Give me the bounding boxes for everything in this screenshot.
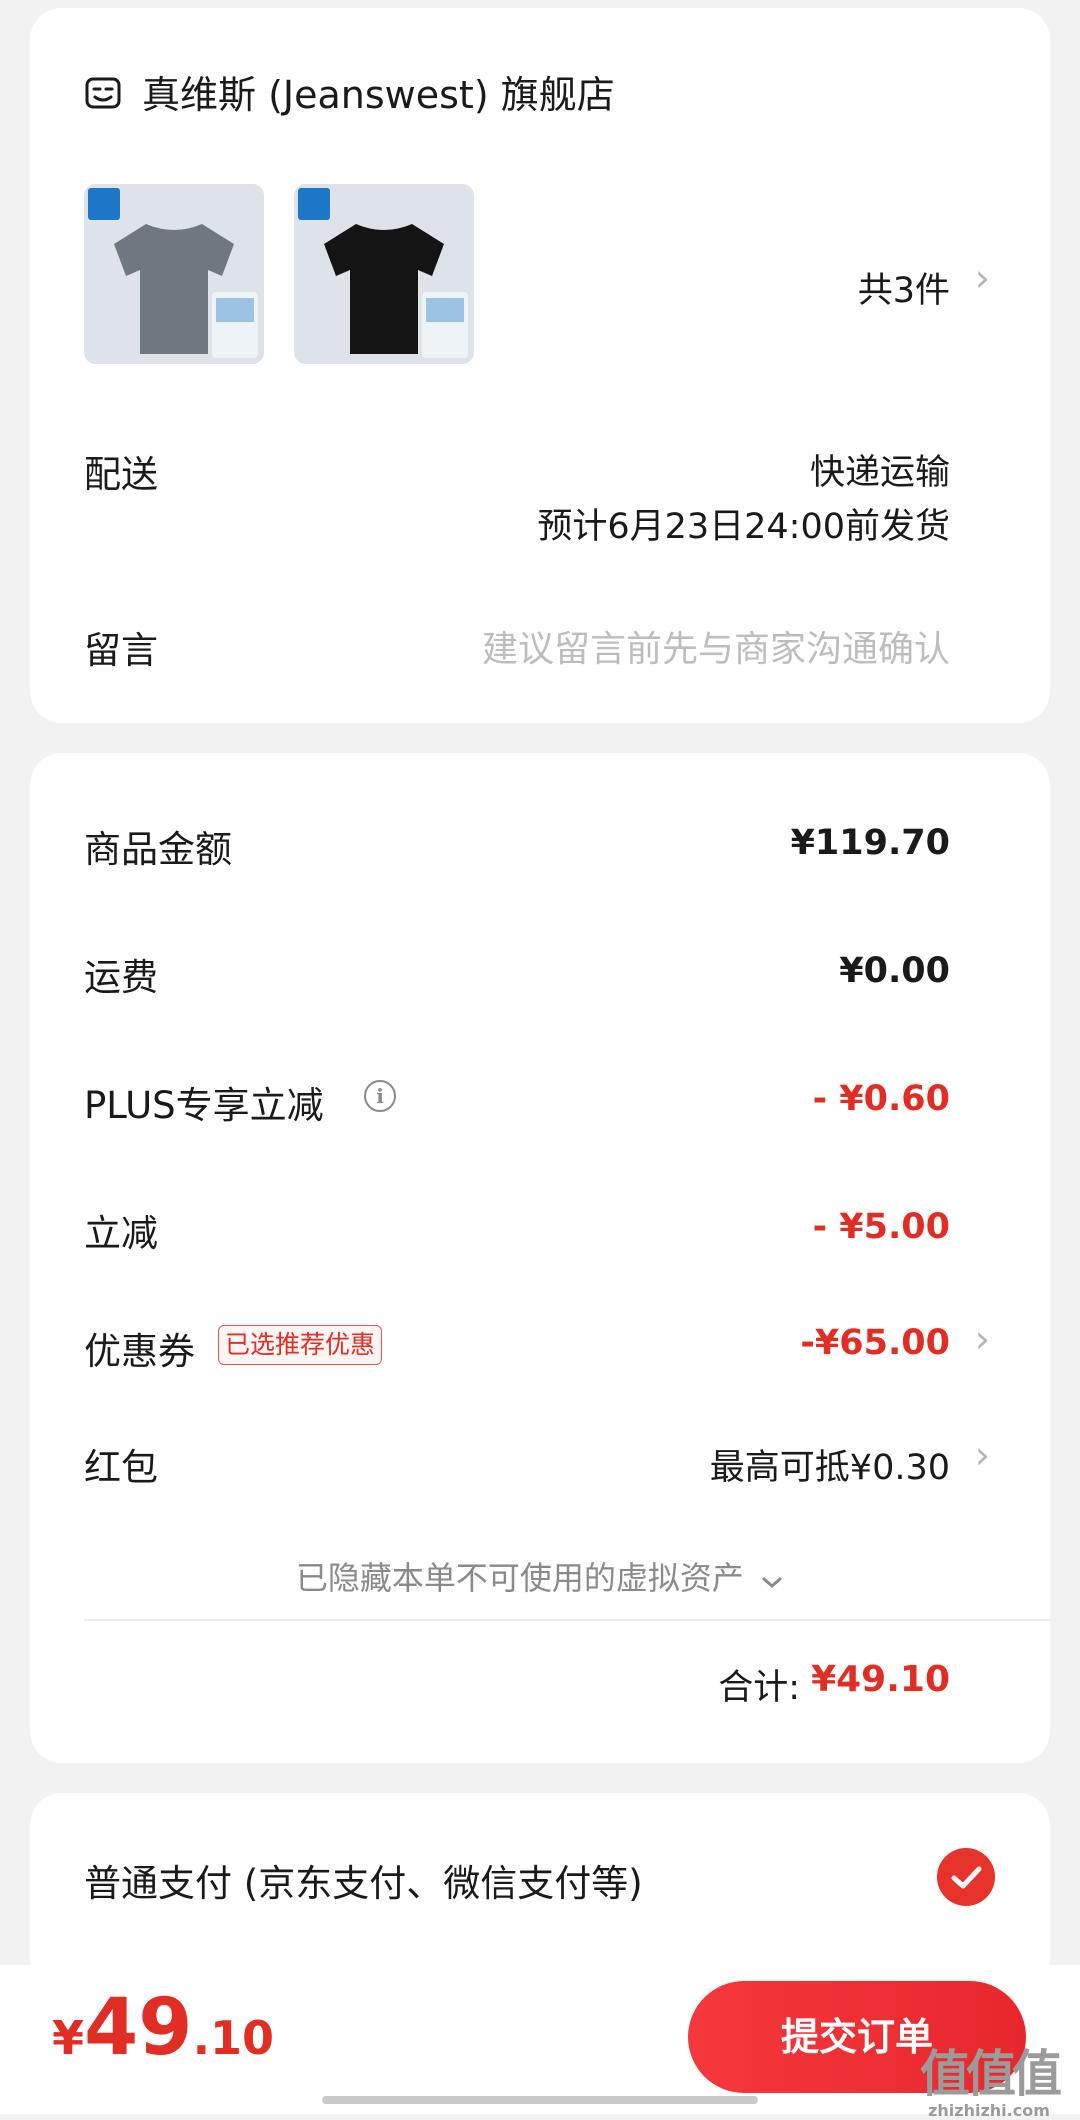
bottom-bar: ¥49.10 提交订单 (0, 1965, 1080, 2114)
watermark-logo: 值值值 (920, 2045, 1062, 2103)
chevron-down-icon (760, 1561, 784, 1599)
price-decimal: .10 (192, 2011, 275, 2065)
plus-discount-value: - ¥0.60 (812, 1079, 950, 1119)
shipping-label: 运费 (84, 956, 158, 999)
price-currency: ¥ (52, 2011, 85, 2065)
shipping-value: ¥0.00 (839, 951, 950, 991)
plus-discount-label: PLUS专享立减 (84, 1084, 324, 1127)
divider (84, 1619, 1050, 1621)
chevron-right-icon[interactable]: › (975, 1433, 990, 1477)
coupon-badge: 已选推荐优惠 (218, 1325, 383, 1365)
total-label: 合计: (718, 1668, 800, 1708)
goods-amount-value: ¥119.70 (790, 823, 950, 863)
store-name[interactable]: 真维斯 (Jeanswest) 旗舰店 (142, 70, 615, 120)
message-input[interactable]: 建议留言前先与商家沟通确认 (482, 620, 950, 672)
coupon-label: 优惠券 (84, 1330, 195, 1373)
hidden-assets-toggle[interactable]: 已隐藏本单不可使用的虚拟资产 (30, 1553, 1050, 1599)
home-indicator[interactable] (322, 2096, 758, 2104)
watermark-url: zhizhizhi.com (928, 2101, 1050, 2120)
delivery-label: 配送 (84, 453, 158, 496)
chevron-right-icon[interactable]: › (975, 256, 990, 300)
hidden-assets-text: 已隐藏本单不可使用的虚拟资产 (295, 1559, 744, 1597)
red-packet-label: 红包 (84, 1446, 158, 1489)
price-integer: 49 (84, 1983, 193, 2073)
instant-discount-label: 立减 (84, 1212, 158, 1255)
item-count[interactable]: 共3件 (858, 262, 950, 313)
delivery-eta: 预计6月23日24:00前发货 (537, 507, 950, 547)
goods-amount-label: 商品金额 (84, 828, 232, 871)
store-icon (84, 75, 122, 113)
final-price: ¥49.10 (52, 1983, 274, 2073)
instant-discount-value: - ¥5.00 (812, 1207, 950, 1247)
delivery-method[interactable]: 快递运输 (810, 444, 950, 495)
payment-method-label[interactable]: 普通支付 (京东支付、微信支付等) (84, 1853, 643, 1907)
product-thumbnail-gray[interactable] (84, 184, 264, 364)
red-packet-value[interactable]: 最高可抵¥0.30 (710, 1439, 950, 1490)
watermark: 值值值 zhizhizhi.com (920, 2045, 1062, 2120)
product-thumbnail-black[interactable] (294, 184, 474, 364)
fee-card: 商品金额 ¥119.70 运费 ¥0.00 PLUS专享立减 i - ¥0.60… (30, 753, 1050, 1763)
total-value: ¥49.10 (811, 1659, 950, 1700)
coupon-value[interactable]: -¥65.00 (800, 1323, 950, 1363)
chevron-right-icon[interactable]: › (975, 1317, 990, 1361)
store-card: 真维斯 (Jeanswest) 旗舰店 共3件 › 配送 快递运输 预计6月23… (30, 8, 1050, 723)
message-label: 留言 (84, 629, 158, 672)
checkmark-icon[interactable] (937, 1848, 995, 1906)
info-icon[interactable]: i (364, 1080, 396, 1112)
